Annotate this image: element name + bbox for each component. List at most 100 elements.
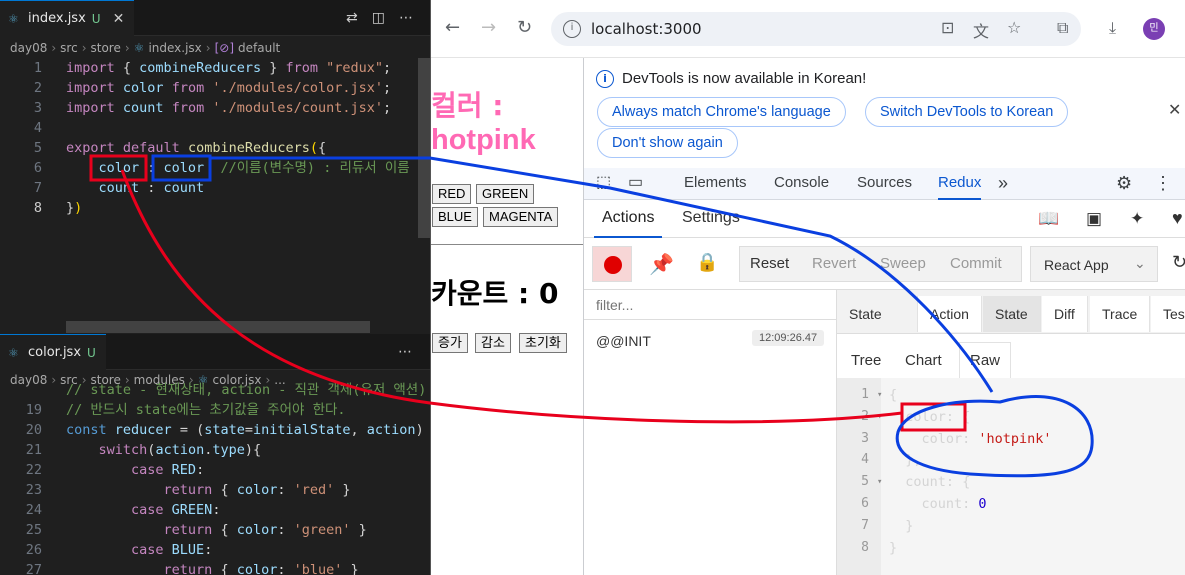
tab-sources[interactable]: Sources	[857, 168, 912, 200]
match-language-button[interactable]: Always match Chrome's language	[597, 97, 846, 127]
reset-button[interactable]: Reset	[750, 255, 789, 272]
pin-icon[interactable]: 📌	[649, 252, 674, 277]
json-line[interactable]: 8}	[837, 537, 1185, 559]
code-line[interactable]: 20 const reducer = (state=initialState, a…	[0, 420, 430, 440]
vertical-scrollbar[interactable]	[418, 58, 430, 238]
more-icon[interactable]: ⋯	[398, 344, 412, 360]
switch-korean-button[interactable]: Switch DevTools to Korean	[865, 97, 1069, 127]
code-editor-1[interactable]: 1 import { combineReducers } from "redux"…	[0, 58, 430, 328]
horizontal-scrollbar[interactable]	[66, 321, 370, 333]
code-line[interactable]: 23 return { color: 'red' }	[0, 480, 430, 500]
translate-icon[interactable]: 文	[973, 18, 989, 42]
code-line[interactable]: 1 import { combineReducers } from "redux"…	[0, 58, 430, 78]
address-bar[interactable]: i localhost:3000	[551, 12, 1081, 46]
json-line[interactable]: 6 count: 0	[837, 493, 1185, 515]
code-line[interactable]: 6 color : color //이름(변수명) : 리듀서 이름	[0, 158, 430, 178]
code-line[interactable]: 27 return { color: 'blue' }	[0, 560, 430, 575]
json-line[interactable]: 3 color: 'hotpink'	[837, 428, 1185, 450]
green-button[interactable]: GREEN	[476, 184, 535, 204]
gear-icon[interactable]: ⚙	[1116, 168, 1132, 200]
blue-button[interactable]: BLUE	[432, 207, 478, 227]
tab-tree[interactable]: Tree	[851, 352, 881, 369]
site-info-icon[interactable]: i	[563, 20, 581, 38]
code-line[interactable]: 24 case GREEN:	[0, 500, 430, 520]
raw-json[interactable]: 1 ▾{2 ▾ color: {3 color: 'hotpink' 4 }, 5 ▾ c…	[837, 384, 1185, 574]
kebab-menu-icon[interactable]: ⋮	[1154, 168, 1172, 200]
extensions-icon[interactable]: ⧉	[1057, 18, 1068, 38]
tab-action[interactable]: Action	[917, 296, 982, 332]
book-icon[interactable]: 📖	[1038, 209, 1059, 229]
tab-settings[interactable]: Settings	[682, 200, 740, 236]
tab-trace[interactable]: Trace	[1090, 296, 1151, 332]
close-icon[interactable]: ✕	[113, 11, 125, 27]
fold-arrow-icon[interactable]: ▾	[877, 406, 882, 428]
code-line[interactable]: 3 import count from './modules/count.jsx'…	[0, 98, 430, 118]
tab-chart[interactable]: Chart	[905, 352, 942, 369]
crumb[interactable]: store	[91, 41, 121, 55]
tab-index-jsx[interactable]: ⚛ index.jsx U ✕	[0, 0, 135, 36]
sweep-button[interactable]: Sweep	[880, 255, 926, 272]
json-line[interactable]: 7 }	[837, 515, 1185, 537]
avatar[interactable]: 민	[1143, 18, 1165, 40]
tab-test[interactable]: Test	[1151, 296, 1185, 332]
code-line[interactable]: 8})	[0, 198, 430, 218]
crumb[interactable]: index.jsx	[148, 41, 201, 55]
heart-icon[interactable]: ♥	[1172, 208, 1183, 229]
fold-arrow-icon[interactable]: ▾	[877, 471, 882, 493]
tab-redux[interactable]: Redux	[938, 168, 982, 200]
twitter-icon[interactable]: ✦	[1130, 209, 1144, 229]
code-line[interactable]: 25 return { color: 'green' }	[0, 520, 430, 540]
json-line[interactable]: 2 ▾ color: {	[837, 406, 1185, 428]
reset-count-button[interactable]: 초기화	[519, 333, 567, 353]
tab-state[interactable]: State	[983, 296, 1041, 332]
download-icon[interactable]: ⤓	[1109, 18, 1116, 38]
list-item[interactable]: @@INIT 12:09:26.47	[584, 326, 836, 356]
split-editor-icon[interactable]: ◫	[372, 10, 385, 26]
device-toolbar-icon[interactable]: ▭	[628, 168, 643, 200]
tab-elements[interactable]: Elements	[684, 168, 747, 200]
code-line[interactable]: 21 switch(action.type){	[0, 440, 430, 460]
code-line[interactable]: 5 export default combineReducers({	[0, 138, 430, 158]
sync-icon[interactable]: ↻	[1172, 252, 1185, 273]
more-tabs-icon[interactable]: »	[998, 168, 1008, 200]
dont-show-button[interactable]: Don't show again	[597, 128, 738, 158]
tab-color-jsx[interactable]: ⚛ color.jsx U	[0, 334, 106, 370]
tab-raw[interactable]: Raw	[959, 342, 1012, 378]
bookmark-star-icon[interactable]: ☆	[1007, 18, 1021, 37]
crumb[interactable]: src	[60, 41, 78, 55]
json-line[interactable]: 4 },	[837, 449, 1185, 471]
code-line[interactable]: // state - 현재상태, action - 직관 객체(유저 액션)	[0, 380, 430, 400]
json-line[interactable]: 1 ▾ {	[837, 384, 1185, 406]
code-line[interactable]: 26 case BLUE:	[0, 540, 430, 560]
code-line[interactable]: 19 // 반드시 state에는 초기값을 주어야 한다.	[0, 400, 430, 420]
chevron-down-icon[interactable]: ⌄	[1134, 255, 1146, 272]
red-button[interactable]: RED	[432, 184, 472, 204]
tab-console[interactable]: Console	[774, 168, 829, 200]
lock-icon[interactable]: 🔒	[696, 252, 718, 273]
more-icon[interactable]: ⋯	[399, 10, 413, 26]
increase-button[interactable]: 증가	[432, 333, 468, 353]
install-icon[interactable]: ⊡	[941, 18, 954, 37]
close-icon[interactable]: ✕	[1168, 100, 1181, 119]
revert-button[interactable]: Revert	[812, 255, 856, 272]
code-line[interactable]: 4	[0, 118, 430, 138]
back-icon[interactable]: ←	[445, 17, 460, 38]
magenta-button[interactable]: MAGENTA	[483, 207, 559, 227]
code-editor-2[interactable]: // state - 현재상태, action - 직관 객체(유저 액션) 19…	[0, 380, 430, 575]
crumb[interactable]: day08	[10, 41, 47, 55]
decrease-button[interactable]: 감소	[475, 333, 511, 353]
chat-icon[interactable]: ▣	[1086, 209, 1102, 229]
record-button[interactable]	[592, 246, 632, 282]
filter-input[interactable]	[584, 290, 836, 320]
code-line[interactable]: 2 import color from './modules/color.jsx'…	[0, 78, 430, 98]
code-line[interactable]: 7 count : count	[0, 178, 430, 198]
commit-button[interactable]: Commit	[950, 255, 1002, 272]
inspect-icon[interactable]: ⬚	[596, 168, 611, 200]
json-line[interactable]: 5 ▾ count: {	[837, 471, 1185, 493]
compare-icon[interactable]: ⇄	[346, 10, 358, 26]
fold-arrow-icon[interactable]: ▾	[877, 384, 882, 406]
code-line[interactable]: 22 case RED:	[0, 460, 430, 480]
tab-actions[interactable]: Actions	[594, 200, 663, 238]
reload-icon[interactable]: ↻	[517, 17, 532, 38]
forward-icon[interactable]: →	[481, 17, 496, 38]
